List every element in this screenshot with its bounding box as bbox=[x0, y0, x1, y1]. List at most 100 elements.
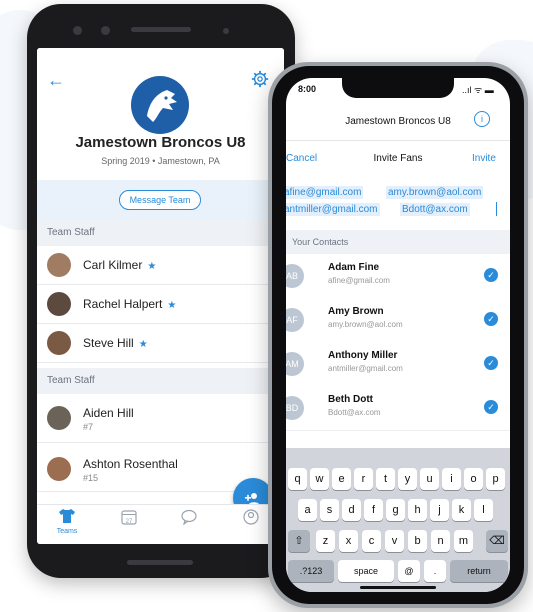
speaker bbox=[131, 27, 191, 32]
team-logo bbox=[131, 76, 189, 134]
key-u[interactable]: u bbox=[420, 468, 439, 490]
shift-key[interactable]: ⇧ bbox=[288, 530, 310, 552]
contact-name: Anthony Miller bbox=[328, 350, 398, 361]
contact-email: afine@gmail.com bbox=[328, 276, 390, 285]
contact-email: amy.brown@aol.com bbox=[328, 320, 403, 329]
section-header: Team Staff bbox=[37, 220, 284, 246]
space-key[interactable]: space bbox=[338, 560, 394, 582]
status-icons: ..ıl ᯤ ▬ bbox=[462, 85, 494, 95]
key-h[interactable]: h bbox=[408, 499, 427, 521]
home-indicator bbox=[360, 586, 436, 589]
android-phone: ← Jamestown Broncos U8 Spring 2019 • Jam bbox=[27, 4, 295, 578]
camera-icon bbox=[101, 26, 110, 35]
staff-row[interactable]: Steve Hill ★ bbox=[37, 324, 284, 363]
checkmark-icon[interactable]: ✓ bbox=[484, 400, 498, 414]
tab-teams[interactable]: Teams bbox=[47, 509, 87, 535]
player-number: #15 bbox=[83, 473, 99, 483]
checkmark-icon[interactable]: ✓ bbox=[484, 356, 498, 370]
message-team-button[interactable]: Message Team bbox=[119, 190, 201, 210]
key-t[interactable]: t bbox=[376, 468, 395, 490]
key-m[interactable]: m bbox=[454, 530, 473, 552]
return-key[interactable]: return bbox=[450, 560, 508, 582]
key-y[interactable]: y bbox=[398, 468, 417, 490]
avatar bbox=[47, 292, 71, 316]
back-arrow-icon[interactable]: ← bbox=[47, 70, 65, 91]
key-z[interactable]: z bbox=[316, 530, 335, 552]
key-q[interactable]: q bbox=[288, 468, 307, 490]
contact-email: Bdott@ax.com bbox=[328, 408, 381, 417]
player-number: #7 bbox=[83, 422, 94, 432]
tab-calendar[interactable]: 27 bbox=[109, 509, 149, 525]
avatar bbox=[47, 331, 71, 355]
gear-icon[interactable] bbox=[251, 70, 269, 88]
key-r[interactable]: r bbox=[354, 468, 373, 490]
staff-row[interactable]: Carl Kilmer ★ bbox=[37, 246, 284, 285]
text-caret bbox=[496, 202, 497, 216]
key-x[interactable]: x bbox=[339, 530, 358, 552]
key-g[interactable]: g bbox=[386, 499, 405, 521]
tab-profile[interactable] bbox=[231, 509, 271, 530]
iphone-bezel: 8:00 ..ıl ᯤ ▬ Jamestown Broncos U8 i Can… bbox=[272, 66, 524, 604]
iphone: 8:00 ..ıl ᯤ ▬ Jamestown Broncos U8 i Can… bbox=[268, 62, 528, 608]
key-k[interactable]: k bbox=[452, 499, 471, 521]
key-b[interactable]: b bbox=[408, 530, 427, 552]
staff-name: Carl Kilmer ★ bbox=[83, 258, 157, 272]
camera-icon bbox=[73, 26, 82, 35]
key-v[interactable]: v bbox=[385, 530, 404, 552]
numbers-key[interactable]: .?123 bbox=[288, 560, 334, 582]
contact-email: antmiller@gmail.com bbox=[328, 364, 403, 373]
team-header: ← Jamestown Broncos U8 Spring 2019 • Jam bbox=[37, 48, 284, 180]
contact-row[interactable]: BD Beth Dott Bdott@ax.com ✓ bbox=[286, 386, 510, 431]
key-j[interactable]: j bbox=[430, 499, 449, 521]
phone-top-bezel bbox=[27, 4, 295, 48]
email-chip[interactable]: amy.brown@aol.com bbox=[386, 186, 484, 199]
info-icon[interactable]: i bbox=[474, 111, 490, 127]
calendar-day: 27 bbox=[125, 519, 133, 525]
staff-name: Steve Hill ★ bbox=[83, 336, 148, 350]
invite-button[interactable]: Invite bbox=[472, 153, 496, 164]
checkmark-icon[interactable]: ✓ bbox=[484, 268, 498, 282]
key-l[interactable]: l bbox=[474, 499, 493, 521]
dot-key[interactable]: . bbox=[424, 560, 446, 582]
key-w[interactable]: w bbox=[310, 468, 329, 490]
key-s[interactable]: s bbox=[320, 499, 339, 521]
contacts-header: Your Contacts bbox=[286, 230, 510, 254]
avatar bbox=[47, 406, 71, 430]
key-i[interactable]: i bbox=[442, 468, 461, 490]
key-e[interactable]: e bbox=[332, 468, 351, 490]
player-row[interactable]: Aiden Hill #7 bbox=[37, 394, 284, 443]
tab-bar: Teams 27 bbox=[37, 504, 284, 544]
star-icon: ★ bbox=[138, 339, 148, 350]
contact-row[interactable]: AM Anthony Miller antmiller@gmail.com ✓ bbox=[286, 342, 510, 387]
contact-row[interactable]: AB Adam Fine afine@gmail.com ✓ bbox=[286, 254, 510, 299]
section-header: Team Staff bbox=[37, 368, 284, 394]
email-chip[interactable]: afine@gmail.com bbox=[286, 186, 364, 199]
checkmark-icon[interactable]: ✓ bbox=[484, 312, 498, 326]
key-f[interactable]: f bbox=[364, 499, 383, 521]
tab-teams-label: Teams bbox=[56, 528, 78, 535]
at-key[interactable]: @ bbox=[398, 560, 420, 582]
staff-row[interactable]: Rachel Halpert ★ bbox=[37, 285, 284, 324]
contact-row[interactable]: AF Amy Brown amy.brown@aol.com ✓ bbox=[286, 298, 510, 343]
team-name: Jamestown Broncos U8 bbox=[75, 134, 246, 151]
avatar bbox=[47, 253, 71, 277]
tab-chat[interactable] bbox=[169, 509, 209, 530]
key-c[interactable]: c bbox=[362, 530, 381, 552]
keyboard: ⇧ ⌫ .?123 space @ . return qwertyuiop asd… bbox=[286, 448, 510, 592]
key-d[interactable]: d bbox=[342, 499, 361, 521]
key-o[interactable]: o bbox=[464, 468, 483, 490]
email-chip[interactable]: Bdott@ax.com bbox=[400, 203, 470, 216]
delete-key[interactable]: ⌫ bbox=[486, 530, 508, 552]
chat-bubble-icon bbox=[181, 509, 197, 526]
email-chip[interactable]: antmiller@gmail.com bbox=[286, 203, 380, 216]
key-n[interactable]: n bbox=[431, 530, 450, 552]
key-p[interactable]: p bbox=[486, 468, 505, 490]
android-screen: ← Jamestown Broncos U8 Spring 2019 • Jam bbox=[37, 48, 284, 544]
player-name: Aiden Hill bbox=[83, 406, 134, 420]
key-a[interactable]: a bbox=[298, 499, 317, 521]
contact-name: Amy Brown bbox=[328, 306, 384, 317]
email-entry-field[interactable]: afine@gmail.com amy.brown@aol.com antmil… bbox=[286, 180, 510, 230]
avatar bbox=[47, 457, 71, 481]
status-time: 8:00 bbox=[298, 84, 317, 94]
staff-name: Rachel Halpert ★ bbox=[83, 297, 177, 311]
